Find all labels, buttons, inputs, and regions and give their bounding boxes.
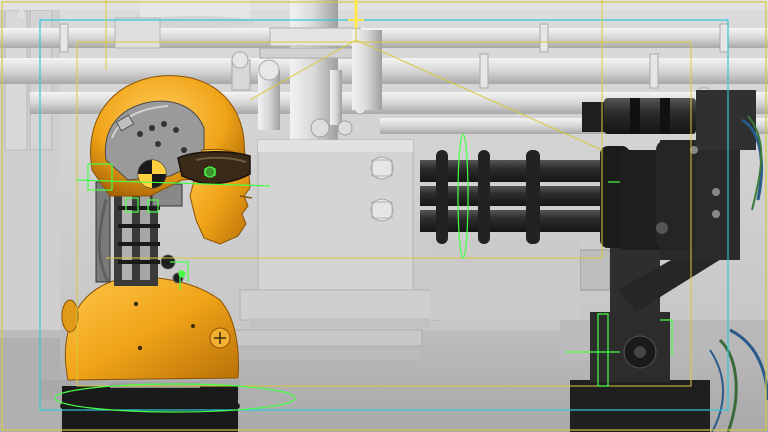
3d-viewport[interactable]: 0 — [0, 0, 768, 432]
frame-number-label: 0 — [18, 8, 25, 21]
viewport-scene — [0, 0, 768, 432]
